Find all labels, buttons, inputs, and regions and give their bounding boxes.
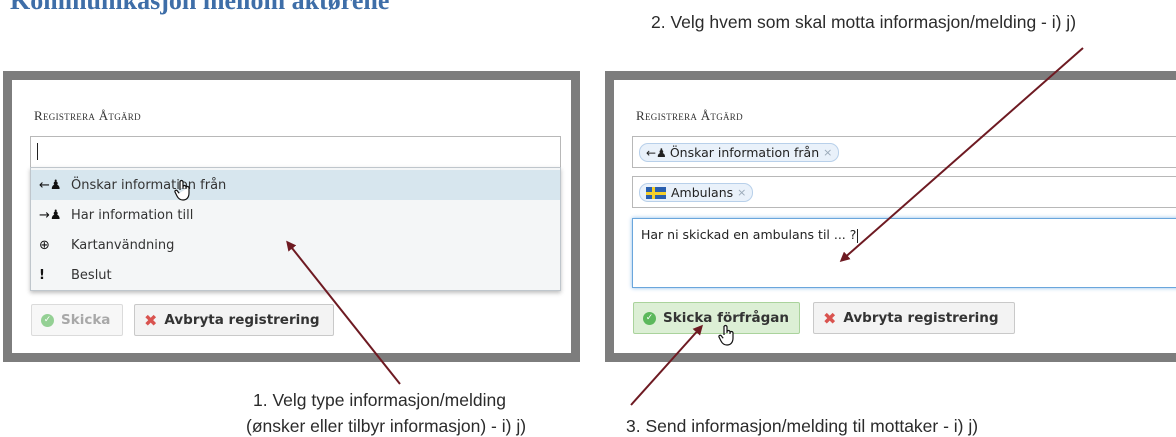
- callout-step3: 3. Send informasjon/melding til mottaker…: [626, 416, 979, 436]
- arrow-step2: [839, 47, 1084, 262]
- annotation-arrows: [286, 47, 1084, 406]
- callout-step1-line2: (ønsker eller tilbyr informasjon) - i) j…: [246, 416, 527, 436]
- callout-step1-line1: 1. Velg type informasjon/melding: [253, 390, 506, 410]
- arrow-step1: [286, 240, 401, 385]
- arrow-step3: [630, 324, 704, 406]
